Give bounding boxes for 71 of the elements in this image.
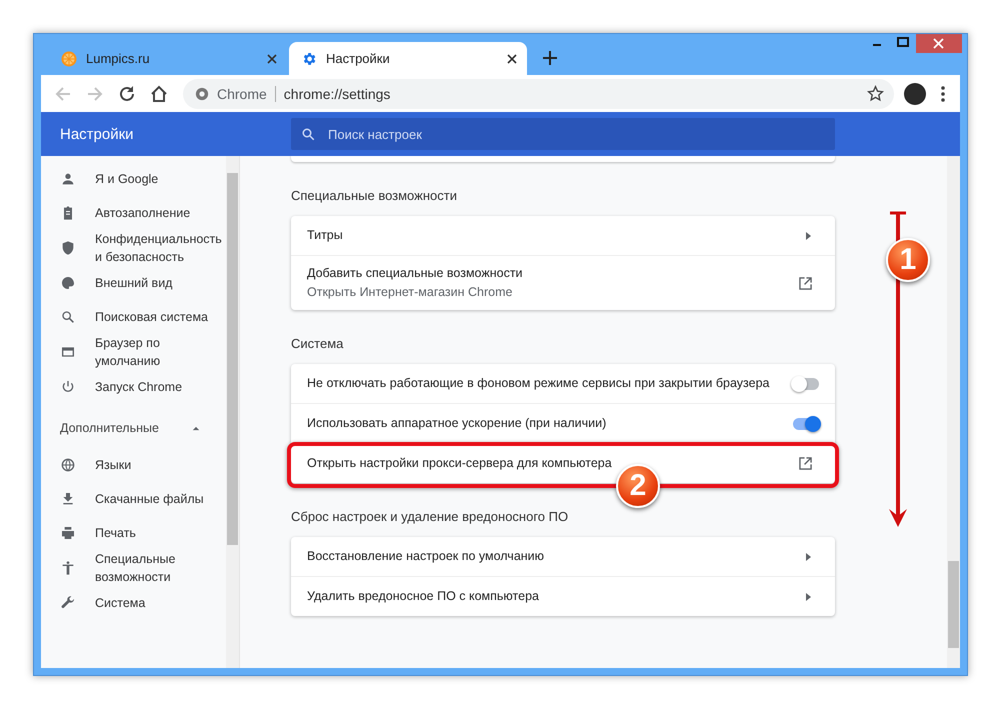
browser-tab[interactable]: Настройки <box>289 42 527 75</box>
tab-title: Lumpics.ru <box>86 51 151 66</box>
sidebar-item[interactable]: Поисковая система <box>41 300 226 334</box>
toggle-switch[interactable] <box>793 378 819 390</box>
avatar[interactable] <box>904 82 926 104</box>
close-icon[interactable] <box>507 54 517 64</box>
sidebar-item[interactable]: Внешний вид <box>41 266 226 300</box>
accessibility-icon <box>60 560 76 576</box>
browser-tab[interactable]: Lumpics.ru <box>49 42 287 75</box>
wrench-icon <box>60 595 76 611</box>
star-icon[interactable] <box>867 85 884 102</box>
address-bar[interactable]: Chrome chrome://settings <box>183 78 894 108</box>
caret-icon <box>806 592 811 600</box>
settings-row[interactable]: Удалить вредоносное ПО с компьютера <box>291 576 835 616</box>
settings-row[interactable]: Титры <box>291 216 835 255</box>
row-label: Не отключать работающие в фоновом режиме сервисы при закрытии браузера <box>307 375 770 392</box>
caret-icon <box>806 552 811 560</box>
sidebar-item[interactable]: Конфиденциальность и безопасность <box>41 230 226 266</box>
sidebar-item[interactable]: Система <box>41 586 226 620</box>
external-link-icon <box>799 276 812 290</box>
person-icon <box>60 171 76 187</box>
sidebar-item[interactable]: Запуск Chrome <box>41 370 226 404</box>
circle-icon <box>195 86 209 100</box>
step-badge: 1 <box>886 238 930 282</box>
row-label: Удалить вредоносное ПО с компьютера <box>307 588 540 605</box>
reload-icon[interactable] <box>117 84 137 104</box>
sidebar-item[interactable]: Автозаполнение <box>41 196 226 230</box>
menu-icon[interactable] <box>940 84 946 104</box>
power-icon <box>60 379 76 395</box>
row-label: Открыть настройки прокси-сервера для компьютера <box>307 455 613 472</box>
sidebar-item[interactable]: Я и Google <box>41 162 226 196</box>
settings-row[interactable]: Восстановление настроек по умолчанию <box>291 537 835 576</box>
caret-icon <box>192 426 200 430</box>
close-icon[interactable] <box>267 54 277 64</box>
row-label: Восстановление настроек по умолчанию <box>307 548 546 565</box>
settings-row[interactable]: Добавить специальные возможности Открыть Интернет-магазин Chrome <box>291 255 835 310</box>
section-title: Сброс настроек и удаление вредоносного ПО <box>291 509 568 524</box>
settings-row[interactable]: Не отключать работающие в фоновом режиме сервисы при закрытии браузера <box>291 364 835 403</box>
globe-icon <box>60 457 76 473</box>
site-label: Chrome <box>217 86 276 102</box>
sidebar-item[interactable]: Скачанные файлы <box>41 482 226 516</box>
section-title: Система <box>291 336 344 351</box>
search-icon <box>60 309 76 325</box>
row-label: Использовать аппаратное ускорение (при наличии) <box>307 415 608 432</box>
citrus-slice-icon <box>61 50 77 66</box>
plus-icon[interactable] <box>543 51 557 65</box>
sidebar-item[interactable]: Печать <box>41 516 226 550</box>
row-label: Добавить специальные возможности <box>307 265 524 282</box>
page-title: Настройки <box>59 126 135 142</box>
row-sublabel: Открыть Интернет-магазин Chrome <box>307 284 514 301</box>
step-badge: 2 <box>616 464 660 508</box>
advanced-section-toggle[interactable]: Дополнительные <box>41 408 226 448</box>
sidebar-item[interactable]: Специальные возможности <box>41 550 226 586</box>
printer-icon <box>60 525 76 541</box>
settings-row[interactable]: Использовать аппаратное ускорение (при наличии) <box>291 403 835 443</box>
scrollbar-thumb[interactable] <box>227 173 238 545</box>
sidebar-item[interactable]: Браузер по умолчанию <box>41 334 226 370</box>
external-link-icon <box>799 457 812 470</box>
toggle-switch[interactable] <box>793 418 819 430</box>
url-text: chrome://settings <box>284 86 392 102</box>
search-icon <box>301 127 316 142</box>
shield-icon <box>60 240 76 256</box>
caret-icon <box>806 232 811 240</box>
row-label: Титры <box>307 227 344 244</box>
scrollbar-thumb[interactable] <box>948 561 959 648</box>
sidebar-item[interactable]: Языки <box>41 448 226 482</box>
home-icon[interactable] <box>149 84 169 104</box>
tab-title: Настройки <box>326 51 391 66</box>
gear-icon <box>301 50 317 66</box>
section-title: Специальные возможности <box>291 188 457 203</box>
search-field[interactable]: Поиск настроек <box>291 118 835 150</box>
